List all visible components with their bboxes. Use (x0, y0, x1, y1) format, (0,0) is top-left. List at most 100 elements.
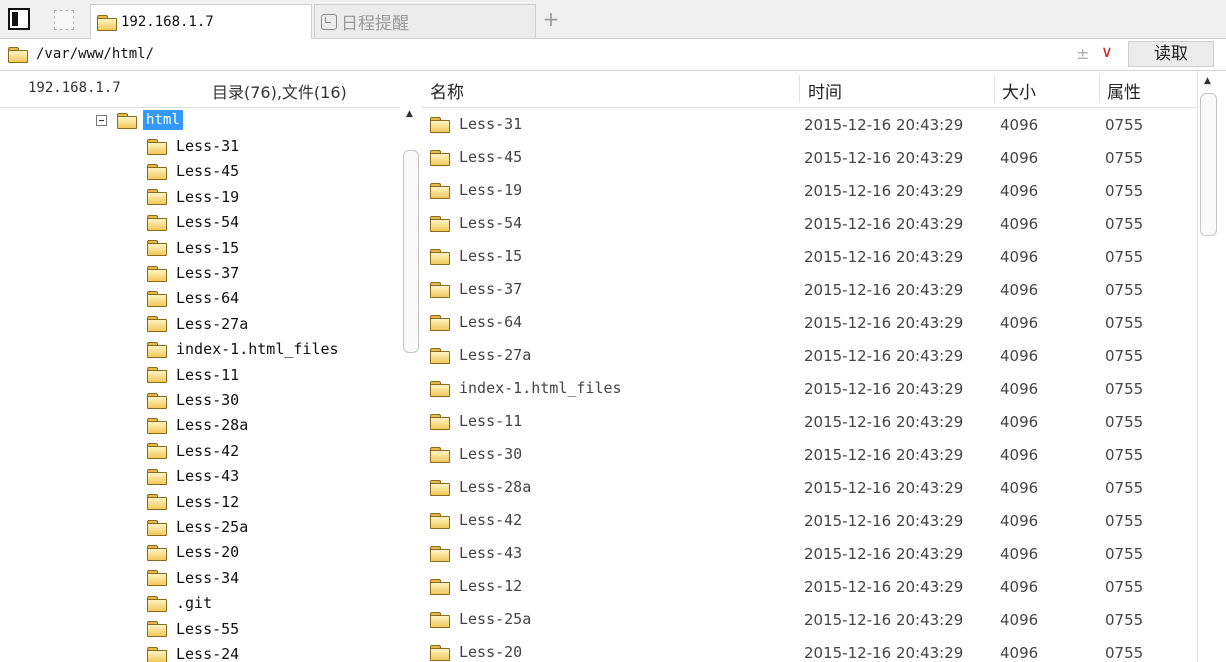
tree-item[interactable]: index-1.html_files (147, 337, 339, 361)
folder-icon (430, 479, 450, 496)
table-row[interactable]: Less-42 2015-12-16 20:43:29 4096 0755 (422, 503, 1197, 536)
file-list-scrollbar[interactable]: ▲ (1197, 71, 1226, 662)
column-name[interactable]: 名称 (430, 78, 464, 103)
tab-schedule-reminder[interactable]: 日程提醒 (314, 4, 536, 38)
file-name-cell[interactable]: Less-43 (430, 544, 522, 562)
read-button[interactable]: 读取 (1128, 41, 1214, 67)
column-attr[interactable]: 属性 (1107, 78, 1141, 103)
table-row[interactable]: Less-43 2015-12-16 20:43:29 4096 0755 (422, 536, 1197, 569)
file-name-cell[interactable]: index-1.html_files (430, 379, 622, 397)
file-name-cell[interactable]: Less-45 (430, 148, 522, 166)
tree-item[interactable]: Less-37 (147, 261, 239, 285)
tree-item[interactable]: Less-25a (147, 515, 248, 539)
table-row[interactable]: Less-54 2015-12-16 20:43:29 4096 0755 (422, 206, 1197, 239)
folder-icon (147, 163, 167, 180)
tree-item[interactable]: Less-42 (147, 439, 239, 463)
file-name-cell[interactable]: Less-25a (430, 610, 531, 628)
tree-item[interactable]: Less-31 (147, 134, 239, 158)
file-name-cell[interactable]: Less-11 (430, 412, 522, 430)
table-row[interactable]: Less-28a 2015-12-16 20:43:29 4096 0755 (422, 470, 1197, 503)
folder-icon (147, 240, 167, 257)
file-name-cell[interactable]: Less-20 (430, 643, 522, 661)
tree-item[interactable]: Less-30 (147, 388, 239, 412)
table-row[interactable]: Less-20 2015-12-16 20:43:29 4096 0755 (422, 635, 1197, 662)
file-name-cell[interactable]: Less-31 (430, 115, 522, 133)
folder-icon (147, 367, 167, 384)
scroll-up-arrow-icon[interactable]: ▲ (1204, 76, 1211, 86)
table-row[interactable]: Less-64 2015-12-16 20:43:29 4096 0755 (422, 305, 1197, 338)
folder-icon (147, 214, 167, 231)
tree-item[interactable]: Less-24 (147, 642, 239, 662)
folder-icon (430, 116, 450, 133)
tree-scrollbar[interactable]: ▲ (400, 107, 422, 662)
table-row[interactable]: Less-31 2015-12-16 20:43:29 4096 0755 (422, 107, 1197, 140)
file-list-scroll-thumb[interactable] (1200, 93, 1217, 236)
folder-icon (147, 494, 167, 511)
scroll-up-arrow-icon[interactable]: ▲ (406, 109, 413, 119)
table-row[interactable]: Less-30 2015-12-16 20:43:29 4096 0755 (422, 437, 1197, 470)
folder-icon (430, 578, 450, 595)
file-name-cell[interactable]: Less-42 (430, 511, 522, 529)
tree-item-label: Less-43 (176, 467, 240, 486)
file-name-cell[interactable]: Less-15 (430, 247, 522, 265)
tree-item[interactable]: Less-12 (147, 490, 239, 514)
tree-item[interactable]: Less-55 (147, 617, 239, 641)
folder-icon (117, 112, 137, 129)
tree-item-label: Less-55 (176, 619, 240, 638)
tree-root[interactable]: html (96, 110, 183, 130)
table-row[interactable]: index-1.html_files 2015-12-16 20:43:29 409… (422, 371, 1197, 404)
file-name-cell[interactable]: Less-64 (430, 313, 522, 331)
file-attr: 0755 (1105, 446, 1144, 464)
file-time: 2015-12-16 20:43:29 (804, 479, 964, 497)
table-row[interactable]: Less-25a 2015-12-16 20:43:29 4096 0755 (422, 602, 1197, 635)
tree-item[interactable]: Less-28a (147, 413, 248, 437)
tree-item[interactable]: Less-19 (147, 185, 239, 209)
tree-item-label: Less-30 (176, 391, 240, 409)
plusminus-icon[interactable]: ± (1076, 44, 1089, 63)
panel-toggle-icon[interactable] (8, 8, 30, 30)
tree-item[interactable]: Less-64 (147, 286, 239, 310)
file-name-cell[interactable]: Less-54 (430, 214, 522, 232)
tree-item[interactable]: Less-34 (147, 566, 239, 590)
table-row[interactable]: Less-37 2015-12-16 20:43:29 4096 0755 (422, 272, 1197, 305)
tree-item[interactable]: Less-43 (147, 464, 239, 488)
blank-tab-icon[interactable] (54, 10, 74, 30)
table-row[interactable]: Less-11 2015-12-16 20:43:29 4096 0755 (422, 404, 1197, 437)
tree-item[interactable]: Less-27a (147, 312, 248, 336)
file-name-cell[interactable]: Less-28a (430, 478, 531, 496)
tree-item[interactable]: Less-54 (147, 210, 239, 234)
column-divider[interactable] (1099, 75, 1100, 103)
path-input[interactable]: /var/www/html/ (0, 39, 1124, 69)
collapse-icon[interactable] (96, 114, 107, 126)
column-divider[interactable] (994, 75, 995, 103)
column-time[interactable]: 时间 (808, 78, 842, 103)
file-name: index-1.html_files (459, 379, 622, 397)
table-row[interactable]: Less-12 2015-12-16 20:43:29 4096 0755 (422, 569, 1197, 602)
file-name-cell[interactable]: Less-37 (430, 280, 522, 298)
tree-item-label: Less-19 (176, 187, 240, 206)
tree-item-label: Less-27a (176, 314, 249, 333)
table-row[interactable]: Less-27a 2015-12-16 20:43:29 4096 0755 (422, 338, 1197, 371)
file-name-cell[interactable]: Less-30 (430, 445, 522, 463)
tree-item[interactable]: Less-20 (147, 540, 239, 564)
tree-scroll-thumb[interactable] (403, 150, 419, 353)
folder-icon (430, 512, 450, 529)
table-row[interactable]: Less-15 2015-12-16 20:43:29 4096 0755 (422, 239, 1197, 272)
table-row[interactable]: Less-19 2015-12-16 20:43:29 4096 0755 (422, 173, 1197, 206)
add-tab-button[interactable]: + (540, 6, 562, 32)
file-name-cell[interactable]: Less-19 (430, 181, 522, 199)
tree-item-label: Less-28a (176, 416, 249, 435)
file-name: Less-37 (459, 280, 523, 298)
file-name-cell[interactable]: Less-12 (430, 577, 522, 595)
chevron-down-icon[interactable]: ∨ (1101, 42, 1113, 61)
column-size[interactable]: 大小 (1002, 78, 1036, 103)
column-divider[interactable] (799, 75, 800, 103)
tree-item[interactable]: .git (147, 591, 212, 615)
tree-item[interactable]: Less-11 (147, 363, 239, 387)
file-name-cell[interactable]: Less-27a (430, 346, 531, 364)
table-row[interactable]: Less-45 2015-12-16 20:43:29 4096 0755 (422, 140, 1197, 173)
tab-host[interactable]: 192.168.1.7 (90, 4, 312, 39)
file-attr: 0755 (1105, 182, 1144, 200)
tree-item[interactable]: Less-15 (147, 236, 239, 260)
tree-item[interactable]: Less-45 (147, 159, 239, 183)
